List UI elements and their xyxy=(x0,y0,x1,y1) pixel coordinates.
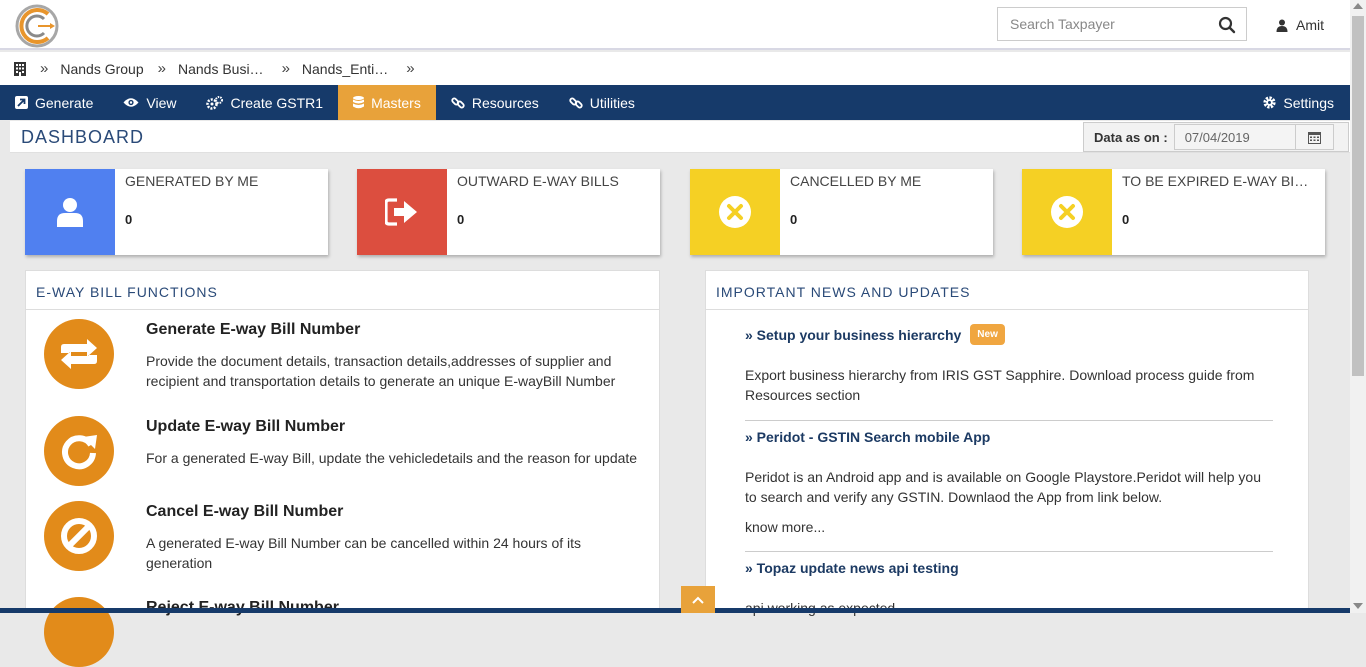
user-menu[interactable]: Amit xyxy=(1276,15,1324,35)
news-description: Export business hierarchy from IRIS GST … xyxy=(745,367,1255,403)
function-description: A generated E-way Bill Number can be can… xyxy=(146,535,582,571)
stat-cancelled-by-me[interactable]: CANCELLED BY ME 0 xyxy=(690,169,993,255)
new-badge: New xyxy=(970,324,1005,345)
divider xyxy=(745,420,1273,421)
stat-generated-by-me[interactable]: GENERATED BY ME 0 xyxy=(25,169,328,255)
scroll-up-arrow-icon[interactable] xyxy=(1353,3,1363,9)
nav-label: View xyxy=(146,94,177,111)
user-name: Amit xyxy=(1296,17,1324,33)
panel-heading: IMPORTANT NEWS AND UPDATES xyxy=(706,271,1308,310)
building-icon[interactable] xyxy=(14,61,26,76)
stat-outward-eway-bills[interactable]: OUTWARD E-WAY BILLS 0 xyxy=(357,169,660,255)
function-title[interactable]: Cancel E-way Bill Number xyxy=(146,503,343,521)
date-input[interactable] xyxy=(1173,124,1296,150)
news-title-text[interactable]: » Topaz update news api testing xyxy=(745,560,959,576)
function-title[interactable]: Generate E-way Bill Number xyxy=(146,321,360,339)
news-title[interactable]: » Topaz update news api testing xyxy=(745,560,1273,576)
breadcrumb-separator-icon[interactable]: » xyxy=(406,60,414,77)
nav-label: Generate xyxy=(35,94,94,111)
retweet-icon[interactable] xyxy=(44,319,114,389)
stat-to-be-expired[interactable]: TO BE EXPIRED E-WAY BI… 0 xyxy=(1022,169,1325,255)
nav-view[interactable]: View xyxy=(108,85,191,120)
breadcrumb-item[interactable]: Nands_Enti… xyxy=(302,61,388,77)
data-as-on-label: Data as on : xyxy=(1094,129,1168,145)
nav-create-gstr1[interactable]: Create GSTR1 xyxy=(191,85,338,120)
breadcrumb-separator-icon: » xyxy=(40,60,49,77)
user-icon xyxy=(1276,19,1288,32)
nav-utilities[interactable]: Utilities xyxy=(554,85,650,120)
link-icon xyxy=(569,97,583,108)
scroll-to-top-button[interactable] xyxy=(681,586,715,613)
breadcrumb-separator-icon: » xyxy=(281,60,290,77)
news-title-text[interactable]: » Setup your business hierarchy xyxy=(745,327,961,343)
taxpayer-search xyxy=(997,7,1247,41)
nav-label: Masters xyxy=(371,94,421,111)
sign-out-icon xyxy=(357,169,447,255)
gear-icon xyxy=(1263,96,1277,109)
nav-label: Create GSTR1 xyxy=(230,94,324,111)
scroll-down-arrow-icon[interactable] xyxy=(1353,603,1363,609)
database-icon xyxy=(353,96,365,109)
breadcrumb: » Nands Group » Nands Busi… » Nands_Enti… xyxy=(0,52,1350,85)
know-more-link[interactable]: know more... xyxy=(745,517,1273,537)
footer-bar xyxy=(0,608,1350,613)
news-item: » Setup your business hierarchy New Expo… xyxy=(745,324,1273,405)
ban-icon[interactable] xyxy=(44,501,114,571)
nav-masters[interactable]: Masters xyxy=(338,85,436,120)
external-link-icon xyxy=(15,96,28,109)
news-panel: IMPORTANT NEWS AND UPDATES » Setup your … xyxy=(705,270,1309,616)
function-description: Provide the document details, transactio… xyxy=(146,353,616,389)
nav-resources[interactable]: Resources xyxy=(436,85,554,120)
nav-generate[interactable]: Generate xyxy=(0,85,108,120)
calendar-icon[interactable] xyxy=(1295,124,1334,150)
news-title[interactable]: » Peridot - GSTIN Search mobile App xyxy=(745,429,1273,445)
chevron-up-icon xyxy=(692,596,704,604)
user-icon xyxy=(25,169,115,255)
link-icon xyxy=(451,97,465,108)
stat-value: 0 xyxy=(125,212,133,227)
news-title[interactable]: » Setup your business hierarchy New xyxy=(745,324,1273,345)
search-icon[interactable] xyxy=(1218,16,1236,34)
news-description: Peridot is an Android app and is availab… xyxy=(745,469,1261,505)
main-nav: Generate View Create GSTR1 Masters Resou… xyxy=(0,85,1350,120)
stat-value: 0 xyxy=(790,212,798,227)
stat-label: TO BE EXPIRED E-WAY BI… xyxy=(1122,173,1309,189)
times-circle-icon xyxy=(690,169,780,255)
company-logo[interactable] xyxy=(14,4,60,48)
scrollbar-thumb[interactable] xyxy=(1352,16,1364,376)
news-title-text[interactable]: » Peridot - GSTIN Search mobile App xyxy=(745,429,990,445)
breadcrumb-item[interactable]: Nands Group xyxy=(60,61,143,77)
function-description: For a generated E-way Bill, update the v… xyxy=(146,450,638,466)
breadcrumb-item[interactable]: Nands Busi… xyxy=(178,61,264,77)
stat-label: GENERATED BY ME xyxy=(125,173,259,189)
nav-label: Resources xyxy=(471,94,539,111)
stat-value: 0 xyxy=(457,212,465,227)
page-title: DASHBOARD xyxy=(21,127,145,147)
stat-label: CANCELLED BY ME xyxy=(790,173,922,189)
panel-heading: E-WAY BILL FUNCTIONS xyxy=(26,271,659,310)
data-as-on-picker: Data as on : xyxy=(1083,122,1349,152)
nav-settings[interactable]: Settings xyxy=(1248,85,1350,120)
function-title[interactable]: Update E-way Bill Number xyxy=(146,418,345,436)
divider xyxy=(745,551,1273,552)
stat-label: OUTWARD E-WAY BILLS xyxy=(457,173,619,189)
search-input[interactable] xyxy=(998,8,1210,40)
news-item: » Peridot - GSTIN Search mobile App Peri… xyxy=(745,429,1273,537)
nav-label: Settings xyxy=(1283,94,1334,111)
refresh-icon[interactable] xyxy=(44,416,114,486)
times-circle-icon xyxy=(1022,169,1112,255)
breadcrumb-separator-icon: » xyxy=(157,60,166,77)
eye-icon xyxy=(123,98,139,107)
gears-icon xyxy=(206,95,224,110)
stat-value: 0 xyxy=(1122,212,1130,227)
eway-functions-panel: E-WAY BILL FUNCTIONS Generate E-way Bill… xyxy=(25,270,660,667)
nav-label: Utilities xyxy=(589,94,635,111)
